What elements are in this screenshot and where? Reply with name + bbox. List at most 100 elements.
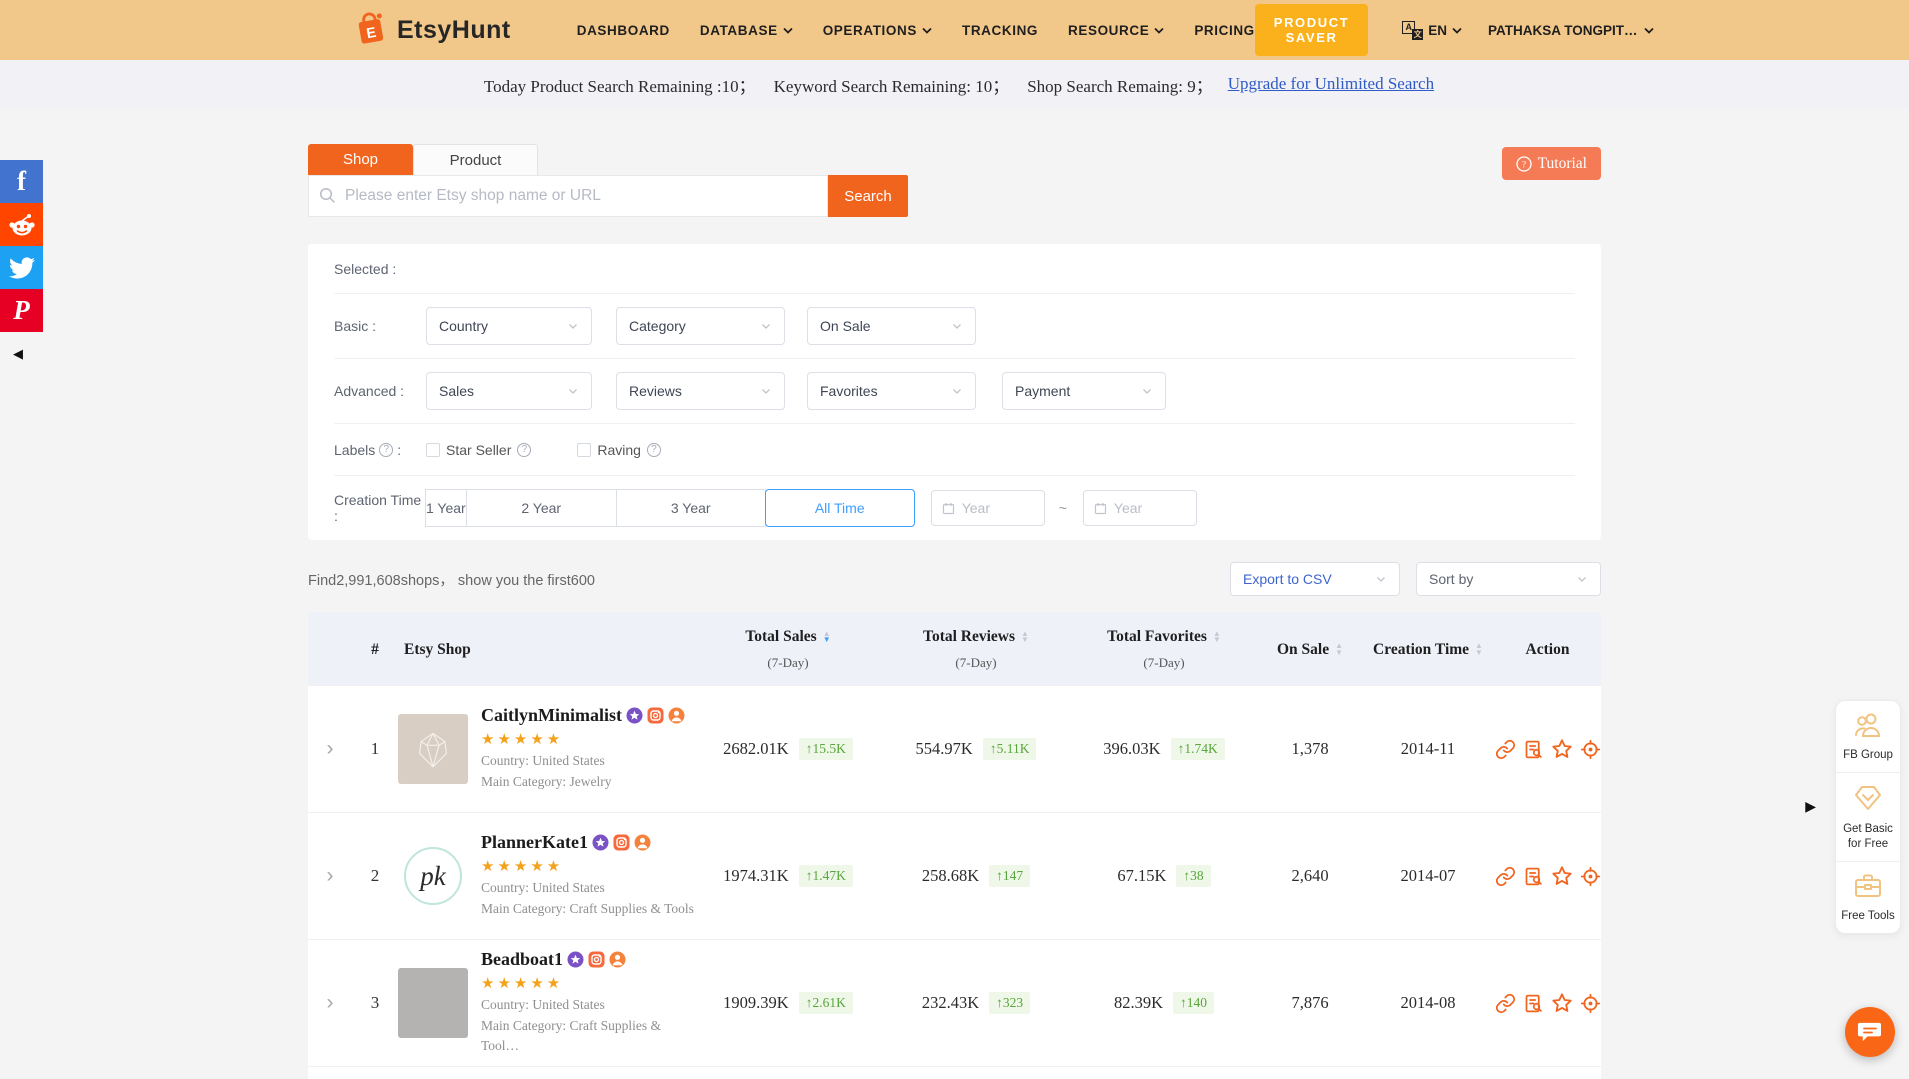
on-sale-select[interactable]: On Sale [807, 307, 976, 345]
selected-label: Selected : [334, 261, 426, 277]
header-total-reviews[interactable]: Total Reviews ▲▼ (7-Day) [882, 624, 1070, 675]
payment-select[interactable]: Payment [1002, 372, 1166, 410]
shop-category: Main Category: Craft Supplies & Tools [481, 899, 694, 920]
favorites-select[interactable]: Favorites [807, 372, 976, 410]
free-tools-button[interactable]: Free Tools [1836, 862, 1900, 933]
sort-arrows-icon[interactable]: ▲▼ [1335, 643, 1343, 656]
star-seller-checkbox[interactable]: Star Seller ? [426, 442, 531, 458]
header-on-sale[interactable]: On Sale ▲▼ [1258, 624, 1362, 675]
search-tabs: Shop Product ? Tutorial [308, 144, 1601, 175]
twitter-icon [9, 255, 35, 281]
main-content: Shop Product ? Tutorial Search Selected … [308, 144, 1601, 1079]
track-shop-icon[interactable] [1580, 739, 1601, 760]
tutorial-button[interactable]: ? Tutorial [1502, 147, 1601, 180]
question-icon[interactable]: ? [379, 443, 393, 457]
nav-item-tracking[interactable]: TRACKING [962, 23, 1038, 38]
creation-alltime-button[interactable]: All Time [765, 489, 915, 527]
chevron-down-icon [951, 385, 963, 397]
nav-item-operations[interactable]: OPERATIONS [823, 23, 932, 38]
favorite-star-icon[interactable] [1551, 738, 1573, 760]
table-row: › 3 Bead Boat Beadboat1 [308, 939, 1601, 1066]
favorite-star-icon[interactable] [1551, 992, 1573, 1014]
creation-time-value: 2014-11 [1362, 739, 1494, 759]
collapse-float-panel-arrow[interactable]: ▶ [1805, 798, 1816, 815]
shop-avatar[interactable]: pk [398, 841, 468, 911]
twitter-share-button[interactable] [0, 246, 43, 289]
reviews-select[interactable]: Reviews [616, 372, 785, 410]
creation-2year-button[interactable]: 2 Year [466, 489, 617, 527]
nav-item-dashboard[interactable]: DASHBOARD [577, 23, 670, 38]
track-shop-icon[interactable] [1580, 993, 1601, 1014]
favorite-star-icon[interactable] [1551, 865, 1573, 887]
expand-row-chevron-icon[interactable]: › [327, 991, 334, 1014]
reddit-share-button[interactable] [0, 203, 43, 246]
search-button[interactable]: Search [828, 175, 908, 217]
category-select[interactable]: Category [616, 307, 785, 345]
shop-rating-stars: ★★★★★ [481, 974, 694, 992]
country-select[interactable]: Country [426, 307, 592, 345]
creation-3year-button[interactable]: 3 Year [616, 489, 766, 527]
track-shop-icon[interactable] [1580, 866, 1601, 887]
year-start-input[interactable] [931, 490, 1045, 526]
header-creation-time[interactable]: Creation Time ▲▼ [1362, 624, 1494, 675]
expand-row-chevron-icon[interactable]: › [327, 864, 334, 887]
shop-name[interactable]: PlannerKate1 [481, 832, 588, 853]
collapse-sidebar-arrow[interactable]: ◀ [13, 346, 43, 362]
instagram-badge-icon [588, 951, 605, 968]
table-row: › 2 pk PlannerKate1 [308, 812, 1601, 939]
on-sale-value: 1,378 [1258, 739, 1362, 759]
sort-by-dropdown[interactable]: Sort by [1416, 562, 1601, 596]
shop-report-icon[interactable] [1523, 993, 1544, 1014]
shop-avatar[interactable] [398, 714, 468, 784]
total-reviews-value: 554.97K [916, 739, 973, 759]
fb-group-button[interactable]: FB Group [1836, 701, 1900, 773]
shop-report-icon[interactable] [1523, 866, 1544, 887]
range-separator: ~ [1059, 500, 1067, 516]
header-total-sales[interactable]: Total Sales ▲▼ (7-Day) [694, 624, 882, 675]
creation-1year-button[interactable]: 1 Year [425, 489, 467, 527]
question-icon[interactable]: ? [647, 443, 661, 457]
nav-item-database[interactable]: DATABASE [700, 23, 793, 38]
sort-arrows-icon[interactable]: ▲▼ [823, 631, 831, 644]
facebook-share-button[interactable]: f [0, 160, 43, 203]
raving-checkbox[interactable]: Raving ? [577, 442, 661, 458]
nav-item-resource[interactable]: RESOURCE [1068, 23, 1164, 38]
brand-name: EtsyHunt [397, 16, 511, 45]
product-saver-button[interactable]: PRODUCT SAVER [1255, 4, 1368, 56]
shop-link-icon[interactable] [1495, 993, 1516, 1014]
sort-arrows-icon[interactable]: ▲▼ [1475, 643, 1483, 656]
shop-country: Country: United States [481, 878, 694, 899]
shop-avatar[interactable]: Bead Boat [398, 968, 468, 1038]
live-chat-button[interactable] [1845, 1007, 1895, 1057]
pinterest-share-button[interactable]: P [0, 289, 43, 332]
sort-arrows-icon[interactable]: ▲▼ [1021, 631, 1029, 644]
header-total-favorites[interactable]: Total Favorites ▲▼ (7-Day) [1070, 624, 1258, 675]
expand-row-chevron-icon[interactable]: › [327, 737, 334, 760]
sales-select[interactable]: Sales [426, 372, 592, 410]
get-basic-free-button[interactable]: Get Basic for Free [1836, 773, 1900, 862]
shop-name[interactable]: CaitlynMinimalist [481, 705, 622, 726]
header-rank: # [352, 624, 398, 675]
shops-table: # Etsy Shop Total Sales ▲▼ (7-Day) Total… [308, 612, 1601, 1079]
shop-link-icon[interactable] [1495, 866, 1516, 887]
shop-name[interactable]: Beadboat1 [481, 949, 563, 970]
tab-product[interactable]: Product [413, 144, 538, 175]
brand-logo[interactable]: E EtsyHunt [352, 8, 511, 53]
shop-link-icon[interactable] [1495, 739, 1516, 760]
user-menu[interactable]: PATHAKSA TONGPIT… [1488, 23, 1654, 38]
favorites-delta-badge: ↑38 [1176, 865, 1210, 887]
sales-delta-badge: ↑2.61K [799, 992, 853, 1014]
search-input[interactable] [308, 175, 828, 217]
table-row: › 1 CaitlynMinimalist [308, 685, 1601, 812]
shop-report-icon[interactable] [1523, 739, 1544, 760]
reviews-delta-badge: ↑5.11K [983, 738, 1037, 760]
nav-item-pricing[interactable]: PRICING [1194, 23, 1254, 38]
tab-shop[interactable]: Shop [308, 144, 413, 175]
sort-arrows-icon[interactable]: ▲▼ [1213, 631, 1221, 644]
language-selector[interactable]: A文 EN [1402, 21, 1462, 40]
export-csv-dropdown[interactable]: Export to CSV [1230, 562, 1400, 596]
year-end-input[interactable] [1083, 490, 1197, 526]
table-row: › 4 ModParty [308, 1066, 1601, 1079]
question-icon[interactable]: ? [517, 443, 531, 457]
upgrade-link[interactable]: Upgrade for Unlimited Search [1228, 74, 1434, 94]
